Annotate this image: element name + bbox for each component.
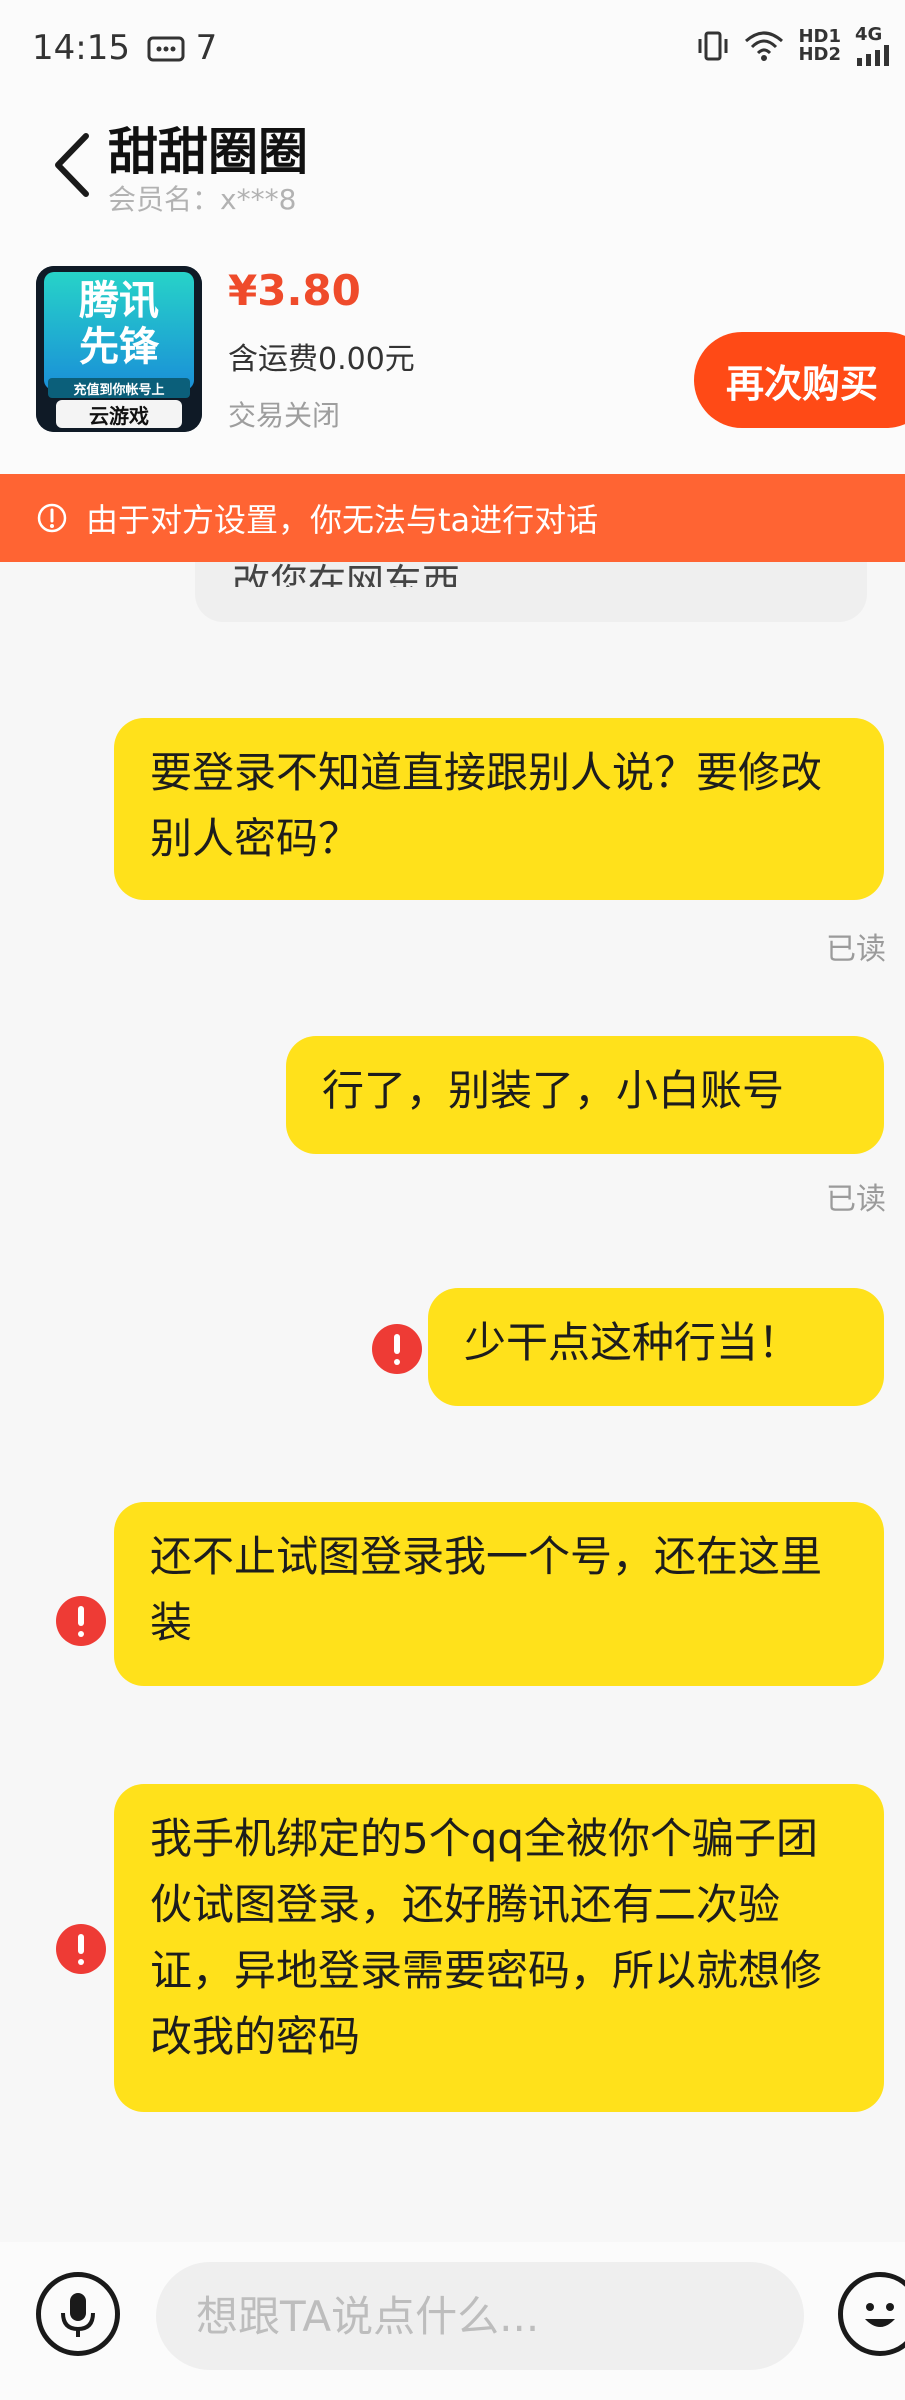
product-image-caption: 充值到你帐号上 [73,383,165,398]
status-bar: 14:15 7 HD1 HD2 4G [0,0,905,100]
member-name: 会员名：x***8 [108,183,297,216]
product-price: ¥3.80 [228,266,361,315]
product-image-title: 腾讯 先锋 [36,278,202,370]
message-text: 要登录不知道直接跟别人说？要修改别人密码？ [150,748,823,863]
microphone-icon [61,2293,95,2337]
send-failed-icon[interactable] [56,1924,106,1974]
message-input[interactable] [156,2262,804,2370]
hd-indicator: HD1 HD2 [798,28,841,64]
read-receipt: 已读 [826,932,886,967]
trade-status: 交易关闭 [228,399,341,432]
outgoing-message[interactable]: 我手机绑定的5个qq全被你个骗子团伙试图登录，还好腾讯还有二次验证，异地登录需要… [114,1784,884,2112]
chat-disabled-banner: 由于对方设置，你无法与ta进行对话 [0,474,905,562]
product-image-line-1: 腾讯 [79,278,159,324]
message-notification-icon [147,36,185,61]
wifi-icon [745,31,784,61]
emoji-icon [865,2303,895,2327]
signal-strength-icon [857,45,889,66]
message-text: 行了，别装了，小白账号 [322,1066,785,1115]
contact-name: 甜甜圈圈 [108,123,308,181]
back-arrow-icon[interactable] [46,130,106,200]
voice-input-button[interactable] [36,2272,120,2356]
message-text: 还不止试图登录我一个号，还在这里装 [150,1532,823,1647]
status-indicators: HD1 HD2 4G [696,26,895,66]
rebuy-button[interactable]: 再次购买 [694,332,905,428]
hd2-label: HD2 [798,44,841,65]
banner-text: 由于对方设置，你无法与ta进行对话 [86,501,599,539]
outgoing-message[interactable]: 要登录不知道直接跟别人说？要修改别人密码？ [114,718,884,900]
status-time: 14:15 7 [32,28,217,68]
message-text: 少干点这种行当！ [464,1318,801,1367]
product-image[interactable]: 腾讯 先锋 充值到你帐号上 云游戏 [36,266,202,432]
chat-area: 改您在网东西 要登录不知道直接跟别人说？要修改别人密码？ 已读 行了，别装了，小… [0,561,905,2242]
message-text: 我手机绑定的5个qq全被你个骗子团伙试图登录，还好腾讯还有二次验证，异地登录需要… [150,1814,823,2061]
emoji-button[interactable] [838,2272,905,2356]
product-image-footer: 云游戏 [89,404,149,428]
shipping-fee: 含运费0.00元 [228,342,415,377]
product-image-line-2: 先锋 [79,324,159,370]
network-type-label: 4G [855,24,883,45]
send-failed-icon[interactable] [56,1596,106,1646]
vibrate-icon [698,31,728,61]
outgoing-message[interactable]: 还不止试图登录我一个号，还在这里装 [114,1502,884,1686]
send-failed-icon[interactable] [372,1324,422,1374]
notification-count: 7 [195,28,218,68]
outgoing-message[interactable]: 少干点这种行当！ [428,1288,884,1406]
input-bar [0,2242,905,2400]
clock: 14:15 [32,28,130,68]
outgoing-message[interactable]: 行了，别装了，小白账号 [286,1036,884,1154]
read-receipt: 已读 [826,1182,886,1217]
signal-indicator: 4G [855,26,895,66]
info-alert-icon [37,503,67,533]
